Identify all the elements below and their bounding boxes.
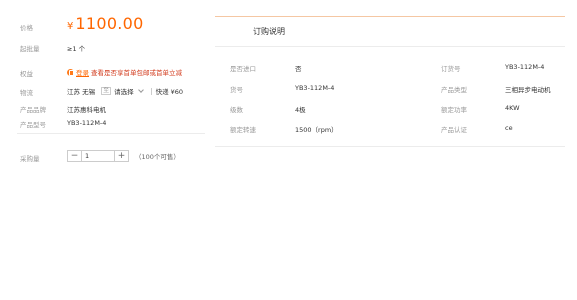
tab-bar: 订购说明 <box>215 17 565 47</box>
increase-button[interactable]: + <box>115 150 129 162</box>
login-link[interactable]: 登录 <box>76 67 89 77</box>
brand-value: 江苏惠科电机 <box>67 106 106 114</box>
quantity-row: − + （100个可售） <box>67 150 180 162</box>
spec-value: 三相异步电动机 <box>505 86 551 94</box>
min-qty-value: ≥1 个 <box>67 45 86 53</box>
benefit-text: 查看是否享首单包邮或首单立减 <box>91 69 182 77</box>
shipping-label: 物流 <box>20 89 33 97</box>
to-icon: 至 <box>101 87 112 95</box>
shipping-row: 江苏 无锡 至 请选择 快递 ¥60 <box>67 86 183 96</box>
spec-key: 订货号 <box>441 65 461 73</box>
price-amount: 1100.00 <box>75 14 144 33</box>
brand-label: 产品品牌 <box>20 106 46 114</box>
tab-order-info[interactable]: 订购说明 <box>253 26 285 37</box>
benefit-label: 权益 <box>20 70 33 78</box>
spec-value: 否 <box>295 65 302 73</box>
currency-symbol: ¥ <box>67 21 74 32</box>
model-label: 产品型号 <box>20 121 46 129</box>
price-label: 价格 <box>20 24 33 32</box>
spec-value: 1500（rpm） <box>295 126 338 134</box>
quantity-input[interactable] <box>81 150 115 162</box>
spec-key: 产品认证 <box>441 126 467 134</box>
quantity-label: 采购量 <box>20 155 40 163</box>
spec-value: ce <box>505 124 513 132</box>
ship-from: 江苏 无锡 <box>67 88 96 96</box>
spec-value: YB3-112M-4 <box>295 84 335 92</box>
ship-to-select[interactable]: 请选择 <box>114 86 147 96</box>
price-value: ¥ 1100.00 <box>67 14 144 33</box>
ship-to-value: 请选择 <box>114 88 134 96</box>
spec-key: 产品类型 <box>441 86 467 94</box>
quantity-stepper: − + <box>67 150 129 162</box>
spec-table: 是否进口 否 订货号 YB3-112M-4 货号 YB3-112M-4 产品类型… <box>215 47 565 147</box>
min-qty-label: 起批量 <box>20 45 40 53</box>
express-fee: 快递 ¥60 <box>155 88 184 96</box>
divider <box>17 133 205 134</box>
model-value: YB3-112M-4 <box>67 119 107 127</box>
stock-available: （100个可售） <box>135 153 180 161</box>
coupon-icon <box>67 68 74 76</box>
divider <box>150 87 152 95</box>
benefit-row: 登录 查看是否享首单包邮或首单立减 <box>67 67 182 77</box>
decrease-button[interactable]: − <box>67 150 81 162</box>
chevron-down-icon <box>137 87 144 93</box>
product-info-panel: 价格 ¥ 1100.00 起批量 ≥1 个 权益 登录 查看是否享首单包邮或首单… <box>0 0 205 300</box>
spec-value: 4极 <box>295 106 306 114</box>
spec-key: 级数 <box>230 106 243 114</box>
spec-panel: 订购说明 是否进口 否 订货号 YB3-112M-4 货号 YB3-112M-4… <box>215 16 565 147</box>
spec-value: 4KW <box>505 104 520 112</box>
spec-key: 货号 <box>230 86 243 94</box>
spec-key: 是否进口 <box>230 65 256 73</box>
spec-value: YB3-112M-4 <box>505 63 545 71</box>
spec-key: 额定转速 <box>230 126 256 134</box>
spec-key: 额定功率 <box>441 106 467 114</box>
